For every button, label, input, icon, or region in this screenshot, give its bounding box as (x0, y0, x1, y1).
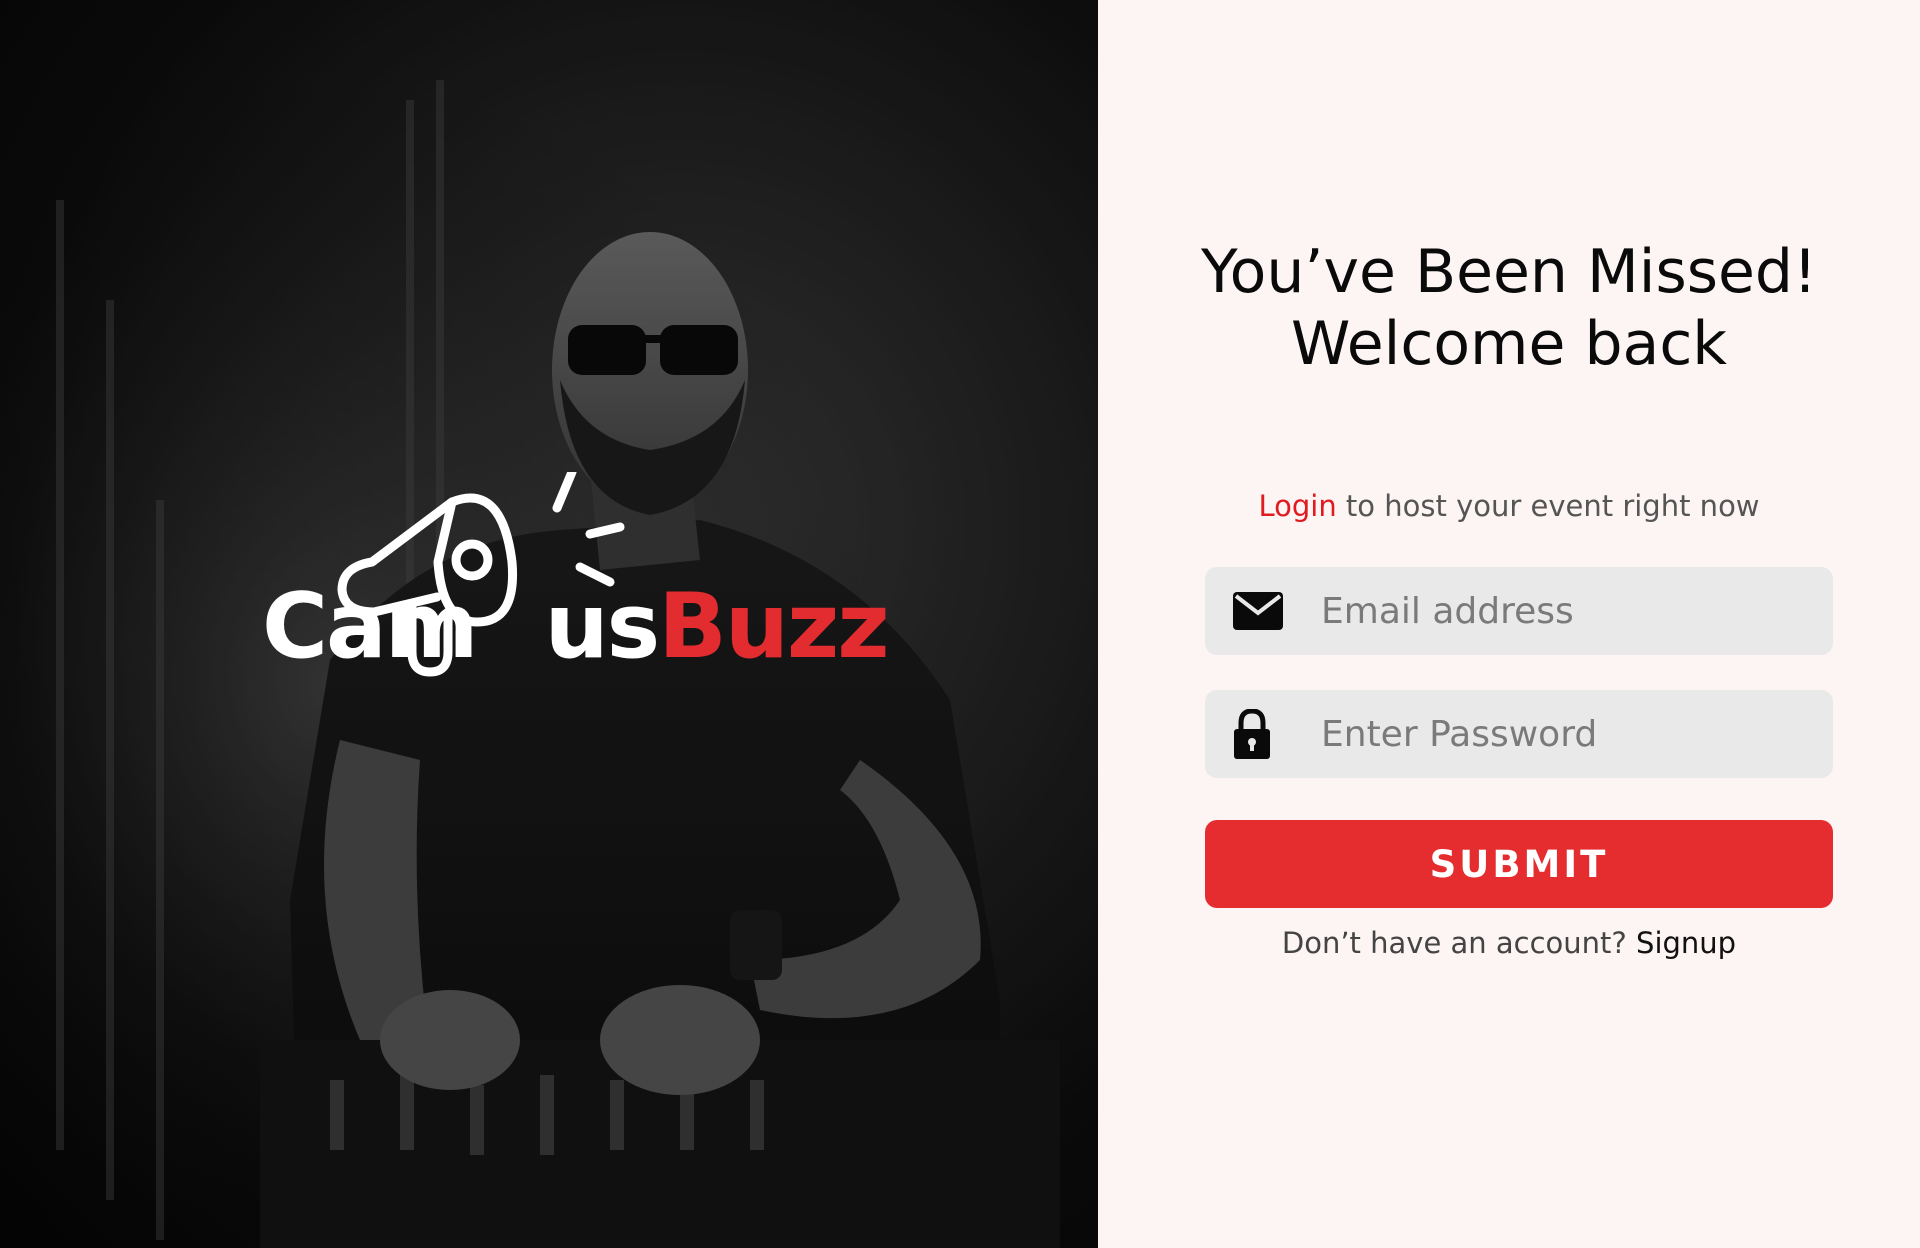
hero-panel: Cam usBuzz (0, 0, 1098, 1248)
heading-line-2: Welcome back (1290, 309, 1728, 379)
envelope-icon (1233, 592, 1283, 630)
lock-icon (1233, 709, 1271, 759)
signup-prompt-text: Don’t have an account? (1281, 926, 1637, 960)
submit-button[interactable]: SUBMIT (1205, 820, 1833, 908)
email-field[interactable] (1205, 567, 1833, 655)
subtitle-rest: to host your event right now (1336, 489, 1760, 523)
password-input[interactable] (1321, 690, 1811, 778)
login-panel: You’ve Been Missed! Welcome back Login t… (1098, 0, 1920, 1248)
brand-word-cam: Cam (262, 574, 479, 679)
brand-wordmark: Cam usBuzz (262, 582, 890, 672)
login-page: Cam usBuzz You’ve Been Missed! Welcome ba… (0, 0, 1920, 1248)
brand-word-buzz: Buzz (658, 574, 889, 679)
email-input[interactable] (1321, 567, 1811, 655)
signup-link[interactable]: Signup (1636, 926, 1736, 960)
signup-prompt: Don’t have an account? Signup (1098, 926, 1920, 960)
brand-word-us: us (544, 574, 661, 679)
subtitle-login-accent: Login (1258, 489, 1337, 523)
page-title: You’ve Been Missed! Welcome back (1098, 236, 1920, 380)
login-subtitle: Login to host your event right now (1098, 489, 1920, 523)
campusbuzz-logo: Cam usBuzz (262, 472, 890, 677)
heading-line-1: You’ve Been Missed! (1200, 237, 1818, 307)
password-field[interactable] (1205, 690, 1833, 778)
